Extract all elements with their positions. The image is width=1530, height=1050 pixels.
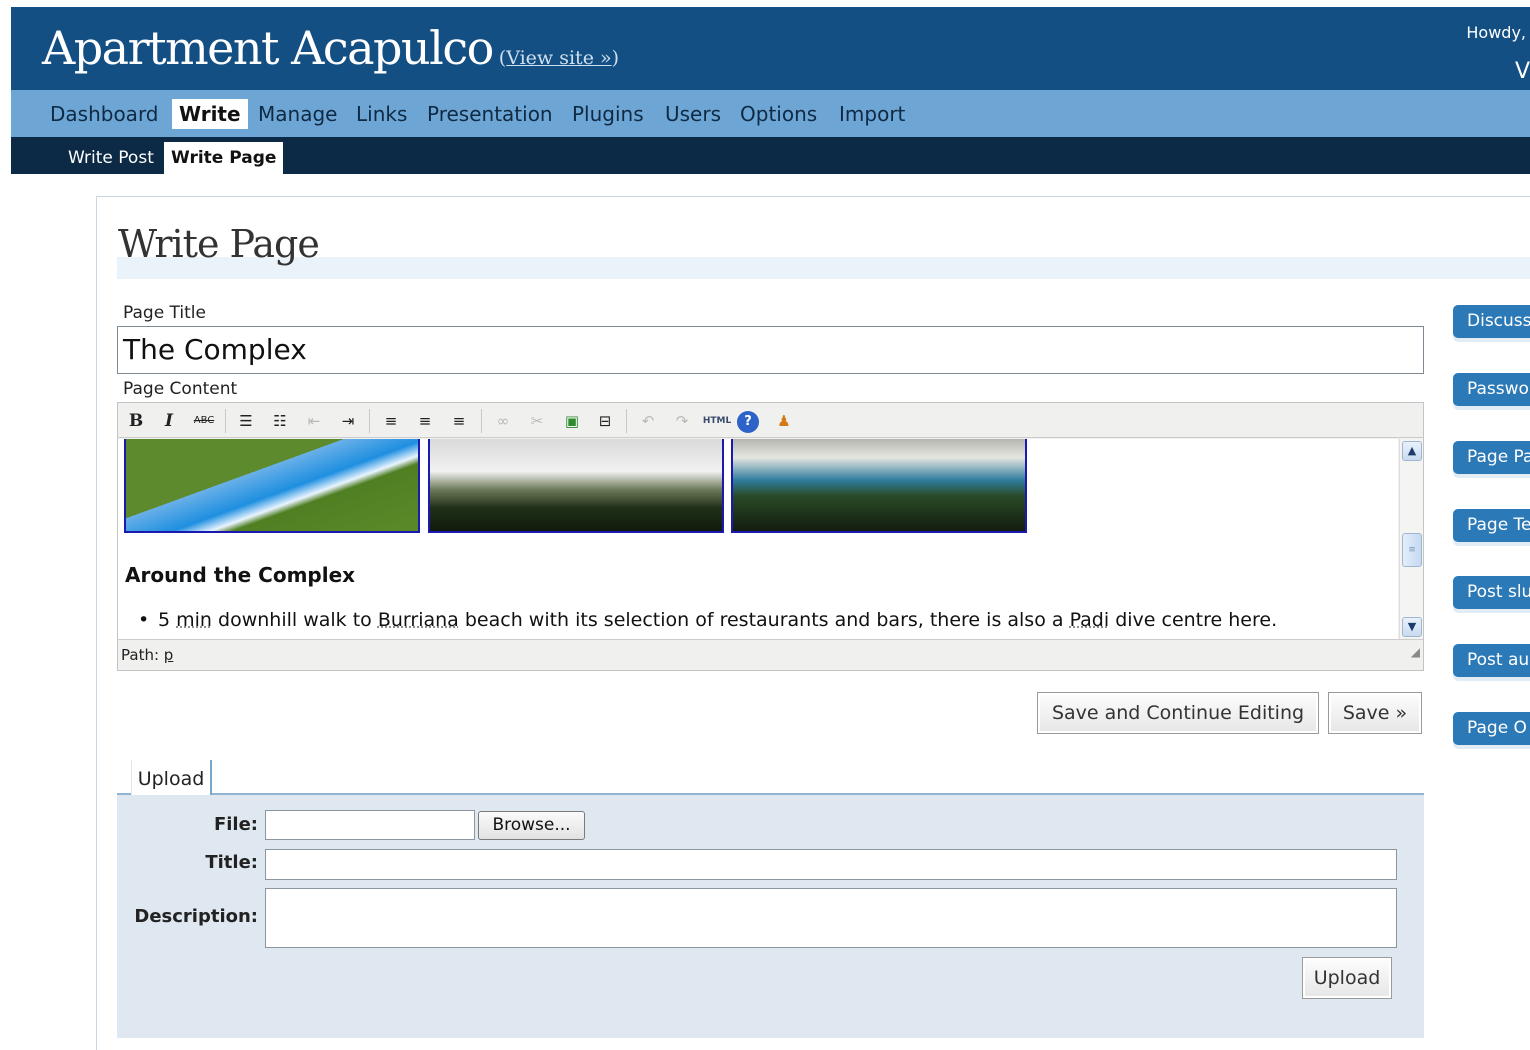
page-title-label: Page Title bbox=[123, 303, 206, 323]
menu-dashboard[interactable]: Dashboard bbox=[43, 99, 166, 129]
menu-users[interactable]: Users bbox=[658, 99, 728, 129]
scroll-thumb[interactable]: ≡ bbox=[1402, 533, 1422, 567]
site-header: Apartment Acapulco (View site ») Howdy, V bbox=[11, 7, 1530, 90]
upload-title-input[interactable] bbox=[265, 849, 1397, 880]
file-input[interactable] bbox=[265, 810, 475, 840]
blog-title: Apartment Acapulco (View site ») bbox=[42, 21, 619, 75]
bullet-list-icon[interactable]: ☰ bbox=[233, 408, 259, 434]
menu-options[interactable]: Options bbox=[733, 99, 824, 129]
page-title: Write Page bbox=[118, 222, 320, 266]
align-center-icon[interactable]: ≡ bbox=[412, 408, 438, 434]
scroll-down-icon[interactable]: ▼ bbox=[1402, 617, 1422, 637]
toolbar-separator bbox=[481, 409, 482, 433]
save-and-continue-button[interactable]: Save and Continue Editing bbox=[1037, 692, 1319, 734]
help-icon[interactable]: ? bbox=[737, 411, 759, 433]
howdy-greeting: Howdy, bbox=[1466, 23, 1526, 42]
side-tab-page-order[interactable]: Page O bbox=[1453, 712, 1530, 745]
rich-text-editor: B I ABC ☰ ☷ ⇤ ⇥ ≡ ≡ ≡ ∞ ✂ ▣ ⊟ ↶ ↷ HTML ?… bbox=[117, 402, 1424, 671]
submenu-write-page[interactable]: Write Page bbox=[164, 142, 284, 174]
numbered-list-icon[interactable]: ☷ bbox=[267, 408, 293, 434]
user-icon[interactable]: ♟ bbox=[771, 408, 797, 434]
page-content-label: Page Content bbox=[123, 379, 238, 399]
side-tab-page-parent[interactable]: Page Pa bbox=[1453, 441, 1530, 474]
username-link[interactable]: V bbox=[1515, 59, 1530, 84]
html-icon[interactable]: HTML bbox=[700, 408, 734, 434]
editor-path-bar: Path: p ◢ bbox=[118, 639, 1423, 670]
save-button[interactable]: Save » bbox=[1328, 692, 1422, 734]
blog-title-text: Apartment Acapulco bbox=[42, 21, 494, 75]
upload-title-label: Title: bbox=[205, 852, 258, 873]
editor-scrollbar[interactable]: ▲ ≡ ▼ bbox=[1399, 439, 1423, 639]
bullet-dot: • bbox=[138, 609, 150, 631]
description-label: Description: bbox=[134, 906, 258, 927]
image-icon[interactable]: ▣ bbox=[559, 408, 585, 434]
content-bullet-item: • 5 min downhill walk to Burriana beach w… bbox=[138, 609, 1278, 631]
browse-button[interactable]: Browse... bbox=[478, 811, 585, 840]
align-left-icon[interactable]: ≡ bbox=[378, 408, 404, 434]
sub-menu: Write Post Write Page bbox=[11, 137, 1530, 174]
menu-presentation[interactable]: Presentation bbox=[420, 99, 560, 129]
italic-icon[interactable]: I bbox=[156, 408, 182, 434]
align-right-icon[interactable]: ≡ bbox=[446, 408, 472, 434]
menu-write[interactable]: Write bbox=[172, 99, 248, 129]
toolbar-separator bbox=[369, 409, 370, 433]
menu-manage[interactable]: Manage bbox=[251, 99, 344, 129]
menu-import[interactable]: Import bbox=[832, 99, 912, 129]
upload-button[interactable]: Upload bbox=[1302, 957, 1392, 999]
page-title-input[interactable]: The Complex bbox=[117, 326, 1424, 374]
unlink-icon[interactable]: ✂ bbox=[524, 408, 550, 434]
content-heading: Around the Complex bbox=[125, 563, 356, 587]
side-tab-discussion[interactable]: Discuss bbox=[1453, 305, 1530, 338]
editor-content-area[interactable]: Around the Complex • 5 min downhill walk … bbox=[118, 439, 1398, 639]
more-icon[interactable]: ⊟ bbox=[592, 408, 618, 434]
editor-toolbar: B I ABC ☰ ☷ ⇤ ⇥ ≡ ≡ ≡ ∞ ✂ ▣ ⊟ ↶ ↷ HTML ?… bbox=[118, 403, 1423, 438]
admin-menu: Dashboard Write Manage Links Presentatio… bbox=[11, 90, 1530, 137]
side-tab-post-author[interactable]: Post au bbox=[1453, 644, 1530, 677]
heading-band bbox=[117, 257, 1530, 279]
complex-photo[interactable] bbox=[731, 439, 1027, 533]
resize-grip-icon[interactable]: ◢ bbox=[1411, 637, 1420, 667]
submenu-write-post[interactable]: Write Post bbox=[61, 142, 161, 174]
path-element-link[interactable]: p bbox=[164, 646, 174, 664]
side-tab-page-template[interactable]: Page Te bbox=[1453, 509, 1530, 542]
view-site-link[interactable]: (View site ») bbox=[499, 47, 619, 69]
upload-tab[interactable]: Upload bbox=[131, 760, 212, 798]
redo-icon[interactable]: ↷ bbox=[669, 408, 695, 434]
file-label: File: bbox=[213, 814, 258, 835]
menu-links[interactable]: Links bbox=[349, 99, 414, 129]
toolbar-separator bbox=[626, 409, 627, 433]
scroll-up-icon[interactable]: ▲ bbox=[1402, 441, 1422, 461]
undo-icon[interactable]: ↶ bbox=[635, 408, 661, 434]
link-icon[interactable]: ∞ bbox=[490, 408, 516, 434]
menu-plugins[interactable]: Plugins bbox=[565, 99, 651, 129]
building-photo[interactable] bbox=[428, 439, 724, 533]
description-textarea[interactable] bbox=[265, 888, 1397, 948]
outdent-icon[interactable]: ⇤ bbox=[301, 408, 327, 434]
toolbar-separator bbox=[225, 409, 226, 433]
indent-icon[interactable]: ⇥ bbox=[335, 408, 361, 434]
strikethrough-icon[interactable]: ABC bbox=[191, 408, 217, 434]
side-tab-password[interactable]: Passwo bbox=[1453, 373, 1530, 406]
side-tab-post-slug[interactable]: Post slu bbox=[1453, 576, 1530, 609]
bold-icon[interactable]: B bbox=[123, 408, 149, 434]
pool-photo[interactable] bbox=[124, 439, 420, 533]
